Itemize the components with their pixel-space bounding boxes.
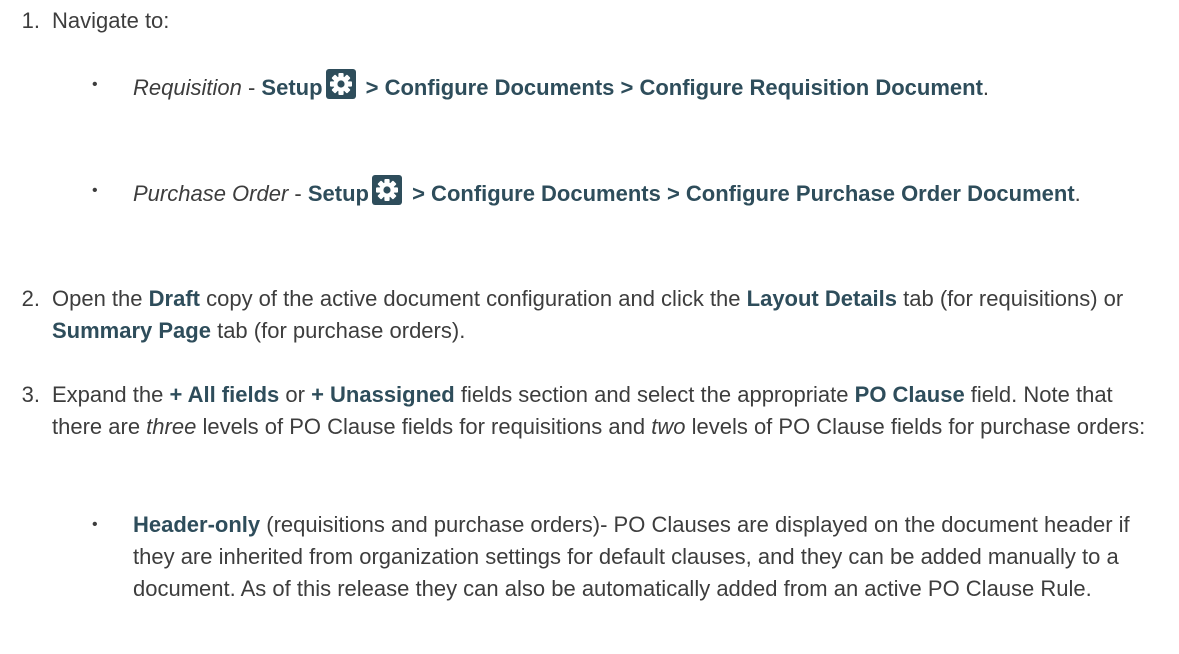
bullet-mark: • — [92, 76, 98, 93]
dash: - — [288, 181, 308, 206]
step-number: 3. — [21, 382, 40, 407]
document-type: Purchase Order — [133, 181, 289, 206]
text-run: tab (for requisitions) or — [897, 286, 1124, 311]
text-run: Open the — [52, 286, 149, 311]
document-type: Requisition — [133, 75, 242, 100]
bullet-body: Requisition - Setup > Configure Document… — [133, 69, 1153, 104]
text-run: Expand the — [52, 382, 170, 407]
text-run: fields section and select the appropriat… — [454, 382, 855, 407]
setup-link[interactable]: Setup — [308, 181, 369, 206]
text-run: or — [279, 382, 312, 407]
bullet-mark: • — [92, 516, 98, 533]
period: . — [1074, 181, 1081, 206]
unassigned-label: + Unassigned — [311, 382, 455, 407]
text-run: levels of PO Clause fields for purchase … — [685, 414, 1146, 439]
text-run: tab (for purchase orders). — [210, 318, 466, 343]
bullet-body: Purchase Order - Setup > Configure Docum… — [133, 175, 1153, 210]
po-clause-label: PO Clause — [854, 382, 965, 407]
summary-page-label: Summary Page — [52, 318, 211, 343]
step-text: Navigate to: — [52, 8, 170, 33]
bullet-body: Header-only (requisitions and purchase o… — [133, 509, 1153, 605]
setup-link[interactable]: Setup — [261, 75, 322, 100]
text-run: levels of PO Clause fields for requisiti… — [196, 414, 652, 439]
draft-label: Draft — [148, 286, 200, 311]
step-number: 1. — [21, 8, 40, 33]
dash: - — [241, 75, 262, 100]
gear-icon — [325, 69, 356, 99]
text-run: (requisitions and purchase orders)- PO C… — [133, 512, 1130, 601]
period: . — [982, 75, 990, 100]
gear-icon — [371, 175, 402, 205]
header-only-label: Header-only — [133, 512, 261, 537]
step-text: Open the Draft copy of the active docume… — [52, 283, 1162, 347]
emphasis-three: three — [146, 414, 197, 439]
bullet-mark: • — [92, 182, 98, 199]
emphasis-two: two — [651, 414, 686, 439]
all-fields-label: + All fields — [169, 382, 280, 407]
step-text: Expand the + All fields or + Unassigned … — [52, 379, 1162, 443]
layout-details-label: Layout Details — [746, 286, 898, 311]
configure-path[interactable]: > Configure Documents > Configure Requis… — [360, 75, 983, 100]
configure-path[interactable]: > Configure Documents > Configure Purcha… — [406, 181, 1075, 206]
step-number: 2. — [21, 286, 40, 311]
document-page: 1. Navigate to: • Requisition - Setup > … — [0, 0, 1179, 654]
text-run: copy of the active document configuratio… — [199, 286, 747, 311]
